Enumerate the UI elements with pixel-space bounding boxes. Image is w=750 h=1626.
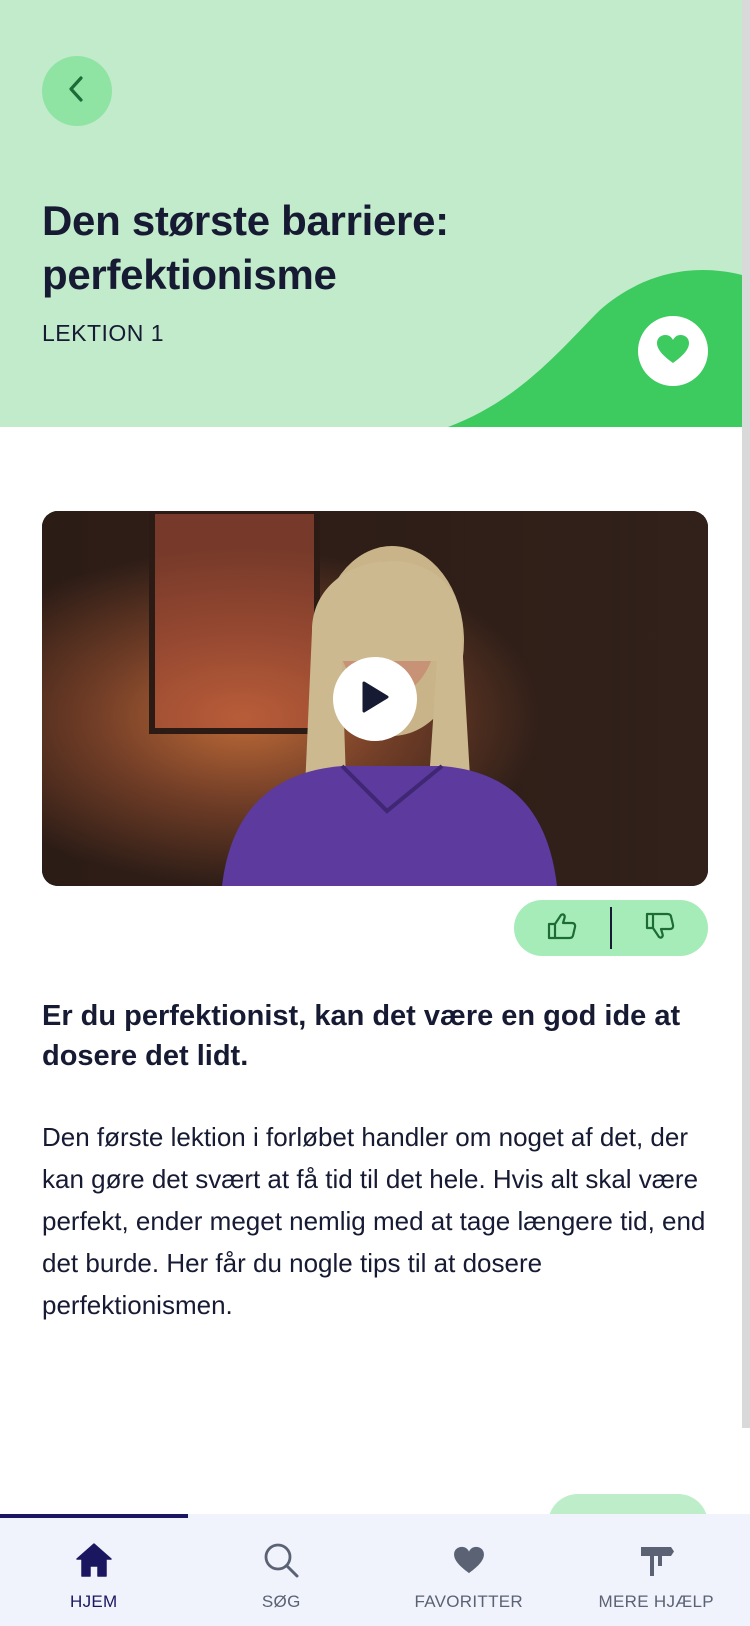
search-icon: [261, 1540, 301, 1580]
play-icon: [360, 680, 390, 719]
heart-icon: [656, 334, 690, 369]
heart-icon: [449, 1540, 489, 1580]
tab-label: FAVORITTER: [414, 1592, 523, 1611]
active-tab-indicator: [0, 1514, 188, 1518]
back-button[interactable]: [42, 56, 112, 126]
page-title: Den største barriere: perfektionisme: [42, 197, 449, 298]
chevron-left-icon: [64, 74, 90, 109]
tab-label: HJEM: [70, 1592, 118, 1611]
thumbs-up-icon: [547, 912, 577, 945]
tab-home[interactable]: HJEM: [0, 1514, 188, 1626]
play-button[interactable]: [333, 657, 417, 741]
tab-label: SØG: [261, 1592, 301, 1611]
tab-search[interactable]: SØG: [188, 1514, 376, 1626]
lesson-subtitle: Er du perfektionist, kan det være en god…: [42, 1000, 681, 1072]
scrollbar[interactable]: [742, 0, 750, 1428]
lesson-header: Den største barriere: perfektionisme LEK…: [0, 0, 742, 427]
signpost-icon: [636, 1540, 676, 1580]
tab-favorites[interactable]: FAVORITTER: [375, 1514, 563, 1626]
tab-label: MERE HJÆLP: [598, 1592, 714, 1611]
like-button[interactable]: [514, 900, 610, 956]
lesson-label: LEKTION 1: [42, 320, 165, 346]
video-player[interactable]: [42, 511, 708, 886]
favorite-button[interactable]: [638, 316, 708, 386]
bottom-tab-bar: HJEM SØG FAVORITTER MERE HJÆLP: [0, 1514, 750, 1626]
lesson-description: Den første lektion i forløbet handler om…: [42, 1122, 706, 1320]
rating-control: [514, 900, 708, 956]
dislike-button[interactable]: [612, 900, 708, 956]
thumbs-down-icon: [645, 912, 675, 945]
tab-more-help[interactable]: MERE HJÆLP: [563, 1514, 750, 1626]
home-icon: [74, 1540, 114, 1580]
